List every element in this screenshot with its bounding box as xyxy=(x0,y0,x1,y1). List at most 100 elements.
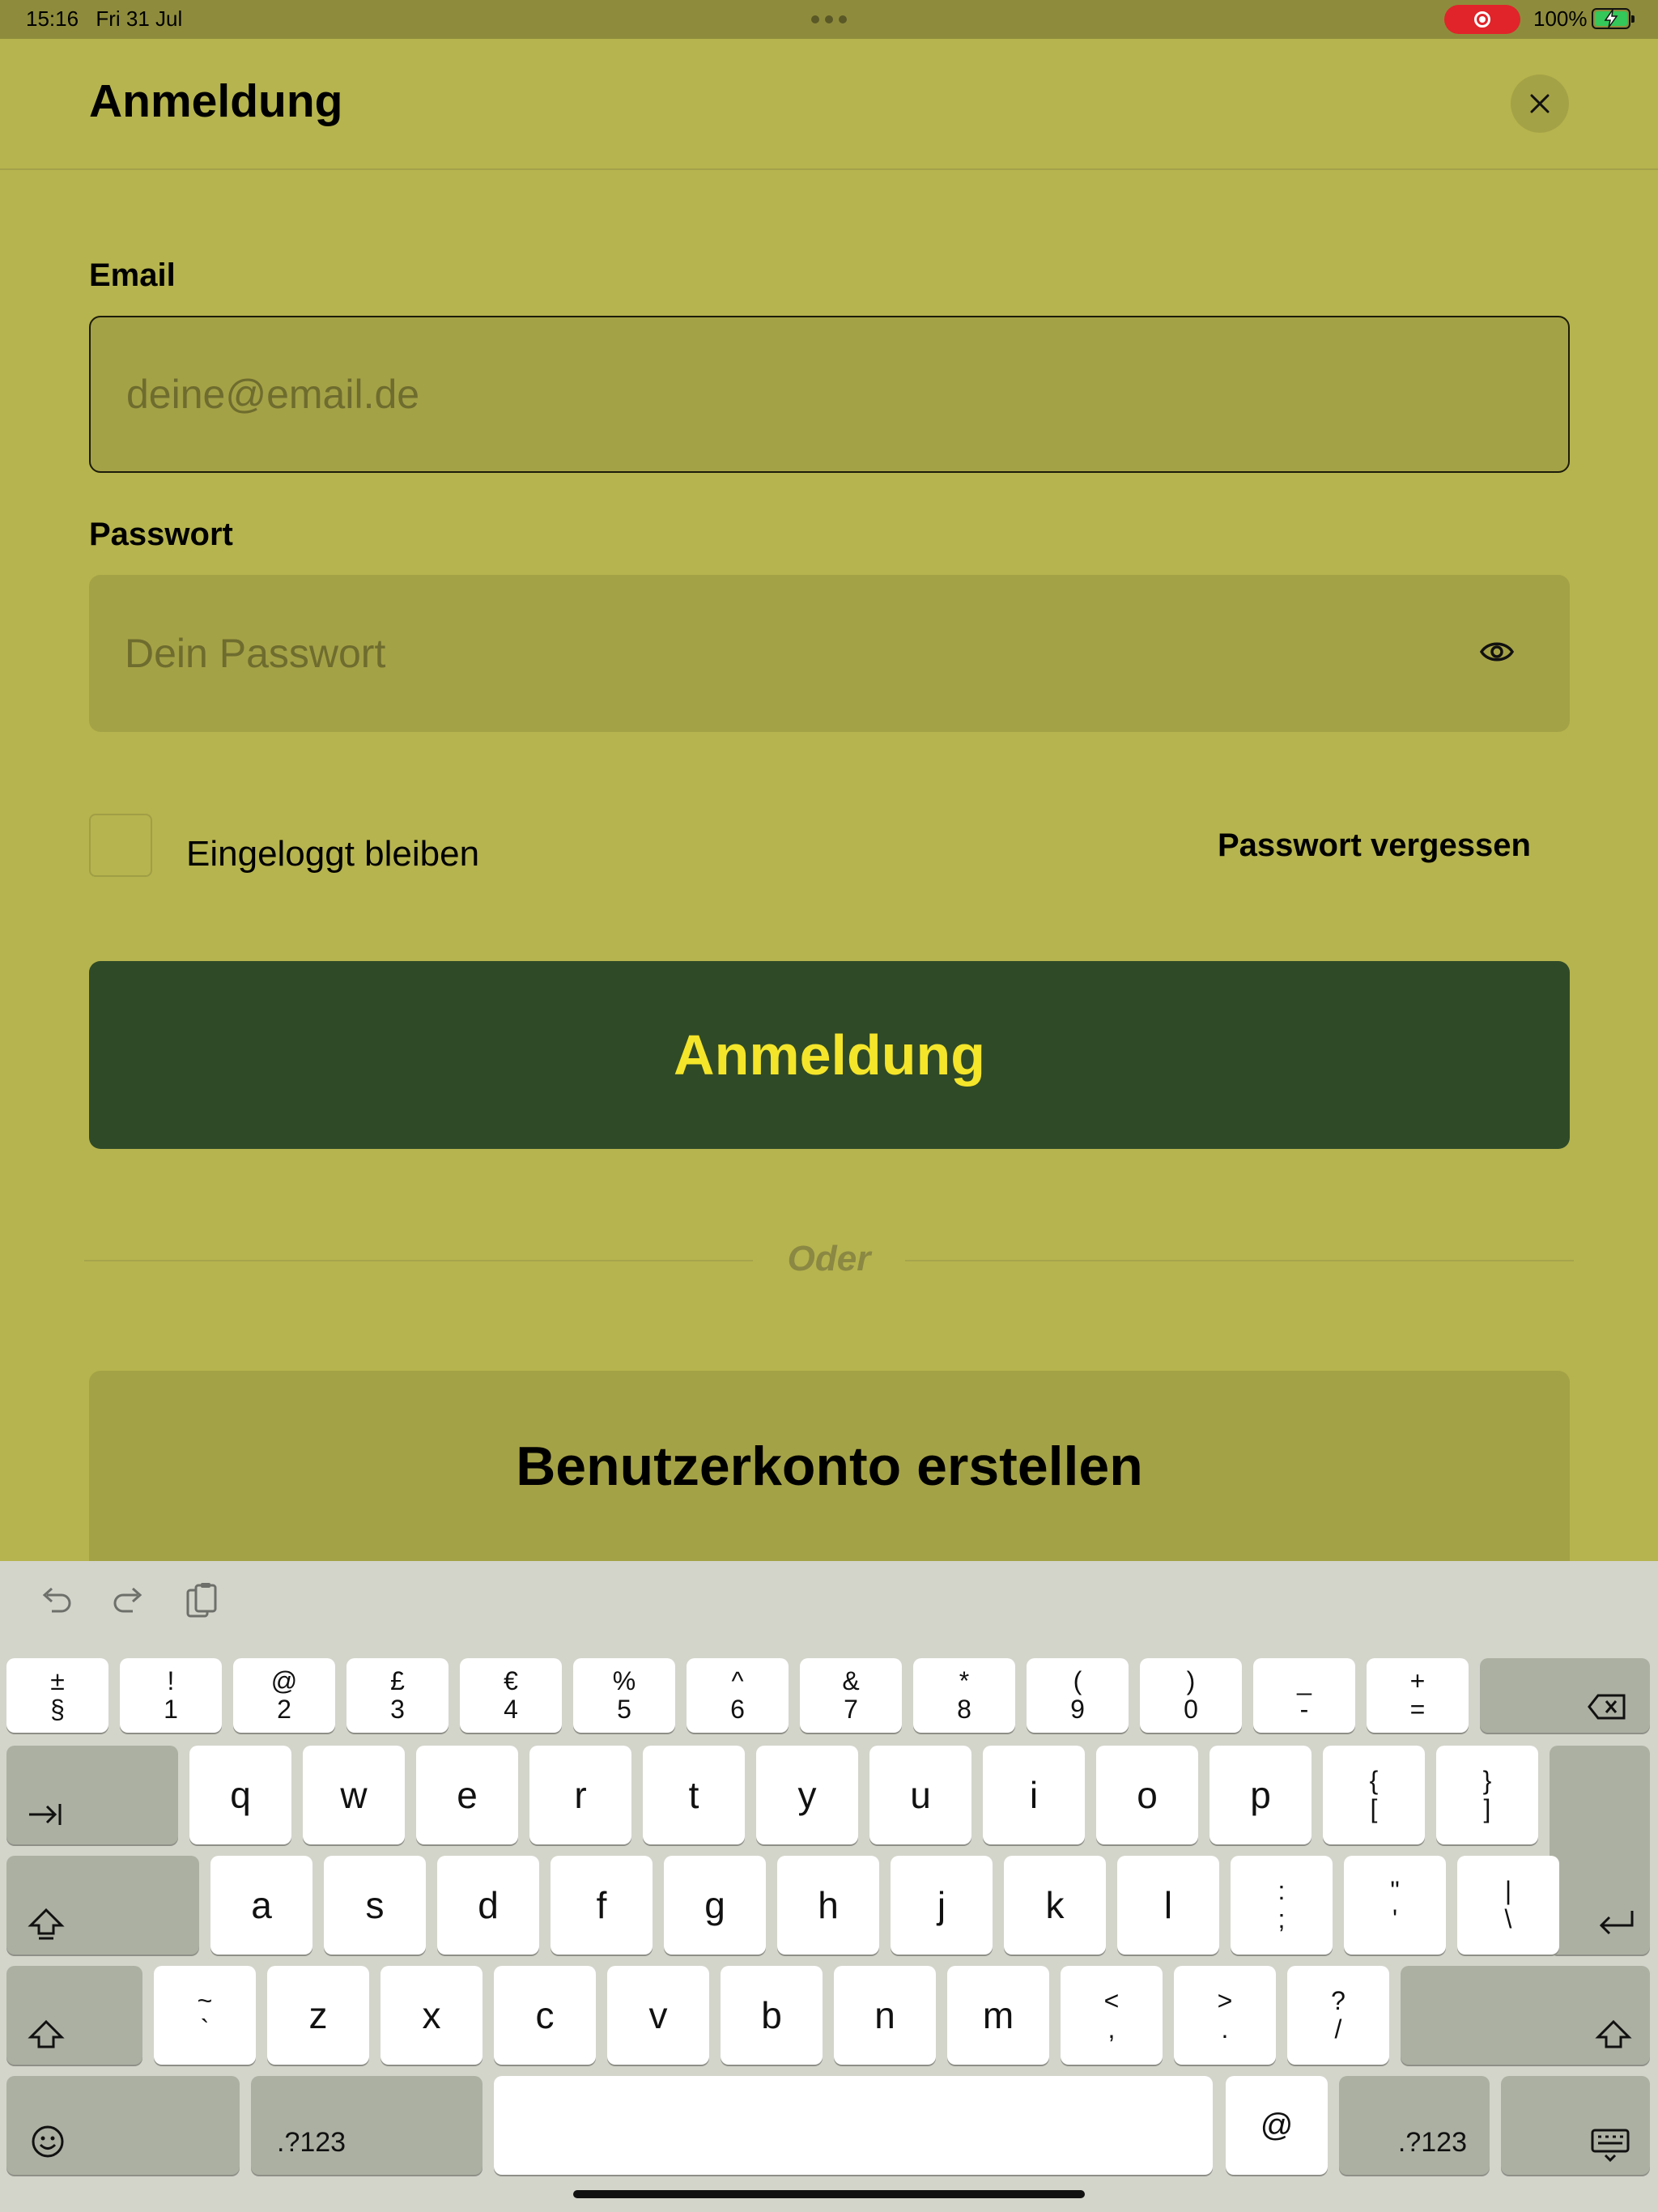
password-input[interactable]: Dein Passwort xyxy=(89,575,1570,732)
key-number-5[interactable]: % 5 xyxy=(573,1658,675,1733)
key-number-12[interactable]: + = xyxy=(1367,1658,1469,1733)
password-label: Passwort xyxy=(89,517,233,552)
return-key[interactable] xyxy=(1550,1746,1650,1955)
key-letter-s-label: s xyxy=(365,1884,385,1926)
key-number-0[interactable]: ± § xyxy=(6,1658,108,1733)
key-number-6-labels: ^ 6 xyxy=(730,1666,745,1724)
key-number-9[interactable]: (9 xyxy=(1027,1658,1129,1733)
key-number-9-labels: (9 xyxy=(1070,1666,1085,1724)
key-letter-i-label: i xyxy=(1029,1774,1039,1816)
key-number-11-shift-label: _ xyxy=(1297,1665,1312,1695)
caps-lock-key[interactable] xyxy=(6,1856,199,1955)
key-letter-g[interactable]: g xyxy=(664,1856,766,1955)
key-letter-f[interactable]: f xyxy=(551,1856,653,1955)
key-letter-w-label: w xyxy=(340,1774,368,1816)
key-number-1-shift-label: ! xyxy=(167,1665,175,1695)
remember-me-checkbox[interactable] xyxy=(89,814,152,877)
paste-clipboard-icon[interactable] xyxy=(180,1579,225,1624)
key-punct-a-2[interactable]: | \ xyxy=(1457,1856,1559,1955)
key-letter-u[interactable]: u xyxy=(869,1746,971,1844)
key-letter-p-label: p xyxy=(1250,1774,1271,1816)
key-letter-h-label: h xyxy=(818,1884,839,1926)
key-letter-j[interactable]: j xyxy=(891,1856,993,1955)
key-letter-m[interactable]: m xyxy=(947,1966,1049,2065)
key-letter-n-label: n xyxy=(874,1994,895,2036)
key-number-8[interactable]: * 8 xyxy=(913,1658,1015,1733)
key-punct-a-0[interactable]: :; xyxy=(1231,1856,1333,1955)
battery-charging-icon xyxy=(1592,8,1635,29)
key-bracket-1-label: ] xyxy=(1483,1794,1491,1823)
key-letter-o-label: o xyxy=(1137,1774,1158,1816)
show-password-eye-icon[interactable] xyxy=(1478,636,1516,667)
key-number-4[interactable]: €4 xyxy=(460,1658,562,1733)
key-number-6-label: 6 xyxy=(730,1695,745,1724)
key-letter-y[interactable]: y xyxy=(756,1746,858,1844)
key-letter-c[interactable]: c xyxy=(494,1966,596,2065)
key-letter-s[interactable]: s xyxy=(324,1856,426,1955)
key-letter-a[interactable]: a xyxy=(210,1856,312,1955)
dismiss-keyboard-key[interactable] xyxy=(1501,2076,1650,2175)
shift-icon xyxy=(1595,2019,1632,2048)
close-button[interactable] xyxy=(1511,74,1569,133)
delete-key[interactable] xyxy=(1480,1658,1650,1733)
shift-key-left[interactable] xyxy=(6,1966,142,2065)
key-letter-o[interactable]: o xyxy=(1096,1746,1198,1844)
key-tilde-shift-label: ~ xyxy=(197,1985,213,2015)
status-time: 15:16 Fri 31 Jul xyxy=(26,6,182,32)
key-letter-e-label: e xyxy=(457,1774,478,1816)
key-number-11-labels: _ - xyxy=(1297,1665,1312,1724)
at-key[interactable]: @ xyxy=(1226,2076,1328,2175)
key-letter-n[interactable]: n xyxy=(834,1966,936,2065)
key-bracket-1-labels: }] xyxy=(1483,1766,1492,1823)
shift-key-right[interactable] xyxy=(1401,1966,1650,2065)
key-letter-t[interactable]: t xyxy=(643,1746,745,1844)
key-letter-e[interactable]: e xyxy=(416,1746,518,1844)
key-bracket-1[interactable]: }] xyxy=(1436,1746,1538,1844)
create-account-button[interactable]: Benutzerkonto erstellen xyxy=(89,1371,1570,1561)
key-letter-v[interactable]: v xyxy=(607,1966,709,2065)
key-number-6[interactable]: ^ 6 xyxy=(687,1658,789,1733)
key-letter-b[interactable]: b xyxy=(721,1966,823,2065)
key-punct-z-0[interactable]: <, xyxy=(1061,1966,1163,2065)
key-letter-z[interactable]: z xyxy=(267,1966,369,2065)
key-letter-q[interactable]: q xyxy=(189,1746,291,1844)
email-input[interactable]: deine@email.de xyxy=(89,316,1570,473)
key-number-10[interactable]: ) 0 xyxy=(1140,1658,1242,1733)
key-letter-d[interactable]: d xyxy=(437,1856,539,1955)
tab-arrow-icon xyxy=(29,1804,62,1825)
key-letter-p[interactable]: p xyxy=(1209,1746,1312,1844)
emoji-key[interactable] xyxy=(6,2076,240,2175)
key-punct-a-1[interactable]: " ' xyxy=(1344,1856,1446,1955)
key-letter-i[interactable]: i xyxy=(983,1746,1085,1844)
key-letter-r[interactable]: r xyxy=(529,1746,631,1844)
sheet-title: Anmeldung xyxy=(89,75,343,127)
redo-icon[interactable] xyxy=(105,1579,151,1624)
key-bracket-0[interactable]: {[ xyxy=(1323,1746,1425,1844)
multitasking-dots-icon[interactable] xyxy=(810,3,848,36)
key-letter-x[interactable]: x xyxy=(380,1966,483,2065)
key-number-7[interactable]: & 7 xyxy=(800,1658,902,1733)
shift-icon xyxy=(28,2019,65,2048)
key-tilde[interactable]: ~ ` xyxy=(154,1966,256,2065)
key-punct-z-2[interactable]: ? / xyxy=(1287,1966,1389,2065)
login-button[interactable]: Anmeldung xyxy=(89,961,1570,1149)
key-letter-l[interactable]: l xyxy=(1117,1856,1219,1955)
tab-key[interactable] xyxy=(6,1746,178,1844)
key-number-5-label: 5 xyxy=(617,1695,631,1724)
key-number-1[interactable]: ! 1 xyxy=(120,1658,222,1733)
home-indicator[interactable] xyxy=(573,2190,1085,2198)
key-punct-z-1[interactable]: >. xyxy=(1174,1966,1276,2065)
key-number-2-labels: @2 xyxy=(271,1666,297,1724)
key-number-11[interactable]: _ - xyxy=(1253,1658,1355,1733)
key-letter-w[interactable]: w xyxy=(303,1746,405,1844)
undo-icon[interactable] xyxy=(34,1579,79,1624)
numbers-key-right[interactable]: .?123 xyxy=(1339,2076,1490,2175)
numbers-key-left[interactable]: .?123 xyxy=(251,2076,483,2175)
forgot-password-link[interactable]: Passwort vergessen xyxy=(1218,827,1531,864)
key-letter-h[interactable]: h xyxy=(777,1856,879,1955)
space-key[interactable] xyxy=(494,2076,1213,2175)
key-letter-k[interactable]: k xyxy=(1004,1856,1106,1955)
key-number-2[interactable]: @2 xyxy=(233,1658,335,1733)
key-number-3[interactable]: £3 xyxy=(346,1658,449,1733)
key-number-7-label: 7 xyxy=(844,1695,858,1724)
